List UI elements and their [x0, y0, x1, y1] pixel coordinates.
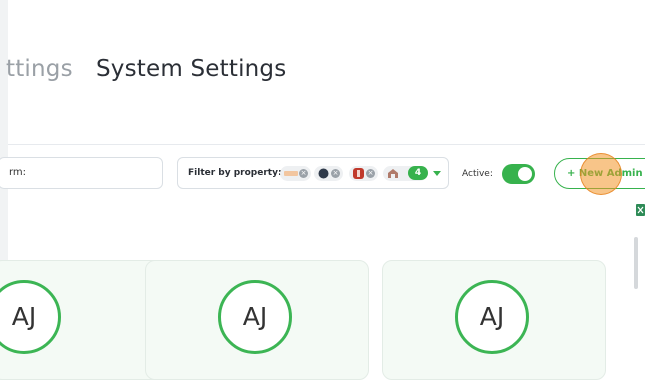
- cursor-click-indicator: [580, 153, 622, 195]
- property-chip[interactable]: ×: [349, 166, 378, 181]
- more-properties-badge[interactable]: 4: [408, 166, 428, 180]
- header-divider: [8, 144, 645, 145]
- chevron-down-icon[interactable]: [431, 167, 443, 179]
- property-logo-icon: [353, 168, 364, 179]
- remove-chip-icon[interactable]: ×: [299, 169, 308, 178]
- property-chip[interactable]: ×: [314, 166, 343, 181]
- remove-chip-icon[interactable]: ×: [331, 169, 340, 178]
- active-label: Active:: [462, 169, 493, 179]
- search-input-text: rm:: [9, 167, 27, 178]
- filter-label: Filter by property:: [188, 168, 282, 178]
- property-logo-icon: [318, 168, 329, 179]
- excel-export-icon[interactable]: [636, 204, 645, 216]
- admin-card[interactable]: AJ: [382, 260, 606, 380]
- property-filter[interactable]: Filter by property: × × × 4: [177, 157, 449, 189]
- tab-settings[interactable]: ttings: [6, 56, 73, 82]
- search-input[interactable]: rm:: [0, 157, 163, 189]
- tab-system-settings[interactable]: System Settings: [96, 56, 286, 82]
- active-toggle[interactable]: [502, 164, 535, 184]
- admin-card[interactable]: AJ: [145, 260, 369, 380]
- scrollbar[interactable]: [634, 237, 638, 289]
- property-chip[interactable]: ×: [280, 166, 311, 181]
- property-logo-icon: [284, 171, 298, 176]
- avatar: AJ: [218, 280, 292, 354]
- remove-chip-icon[interactable]: ×: [366, 169, 375, 178]
- property-logo-icon: [388, 169, 398, 178]
- avatar: AJ: [455, 280, 529, 354]
- avatar: AJ: [0, 280, 61, 354]
- toggle-knob: [518, 167, 532, 181]
